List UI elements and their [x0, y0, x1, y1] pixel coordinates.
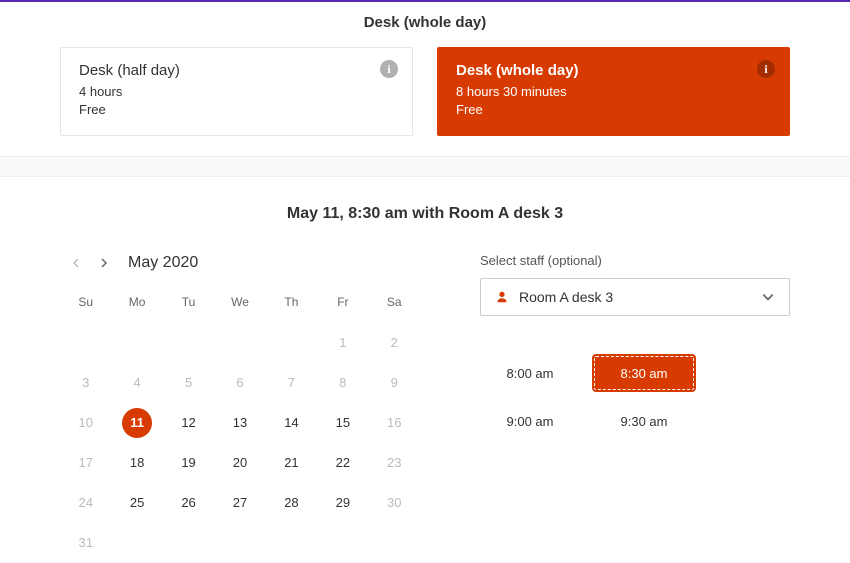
- time-slot[interactable]: 9:30 am: [594, 404, 694, 438]
- calendar-dow: Su: [60, 289, 111, 323]
- calendar-day: 23: [369, 443, 420, 483]
- staff-select[interactable]: Room A desk 3: [480, 278, 790, 316]
- calendar-day[interactable]: 22: [317, 443, 368, 483]
- person-icon: [495, 290, 509, 304]
- calendar-day: [214, 323, 265, 363]
- calendar-day: [266, 323, 317, 363]
- option-duration: 8 hours 30 minutes: [456, 83, 771, 101]
- staff-label: Select staff (optional): [480, 253, 790, 268]
- calendar-day: 3: [60, 363, 111, 403]
- option-half-day[interactable]: i Desk (half day) 4 hours Free: [60, 47, 413, 136]
- calendar-day: [163, 323, 214, 363]
- calendar-day: 31: [60, 523, 111, 563]
- calendar-day[interactable]: 26: [163, 483, 214, 523]
- calendar-day: 5: [163, 363, 214, 403]
- time-slot[interactable]: 8:30 am: [594, 356, 694, 390]
- calendar-day: [111, 523, 162, 563]
- calendar-day: 8: [317, 363, 368, 403]
- calendar-dow: We: [214, 289, 265, 323]
- calendar-day[interactable]: 15: [317, 403, 368, 443]
- calendar-day[interactable]: 11: [111, 403, 162, 443]
- option-title: Desk (whole day): [456, 62, 771, 79]
- next-month-button[interactable]: [94, 253, 114, 273]
- calendar-day: [266, 523, 317, 563]
- calendar-day: [163, 523, 214, 563]
- calendar-day[interactable]: 29: [317, 483, 368, 523]
- calendar-dow: Tu: [163, 289, 214, 323]
- option-price: Free: [456, 101, 771, 119]
- calendar-day: 2: [369, 323, 420, 363]
- calendar-day[interactable]: 18: [111, 443, 162, 483]
- calendar-day[interactable]: 21: [266, 443, 317, 483]
- calendar-day: [214, 523, 265, 563]
- calendar-dow: Sa: [369, 289, 420, 323]
- calendar-day: 4: [111, 363, 162, 403]
- time-slot[interactable]: 8:00 am: [480, 356, 580, 390]
- time-slots: 8:00 am 8:30 am 9:00 am 9:30 am: [480, 356, 790, 438]
- calendar-day: 24: [60, 483, 111, 523]
- page-title: Desk (whole day): [0, 2, 850, 47]
- option-title: Desk (half day): [79, 62, 394, 79]
- calendar-dow: Th: [266, 289, 317, 323]
- calendar-day[interactable]: 19: [163, 443, 214, 483]
- calendar-day: 10: [60, 403, 111, 443]
- calendar-day[interactable]: 28: [266, 483, 317, 523]
- calendar-day: [111, 323, 162, 363]
- calendar: May 2020 SuMoTuWeThFrSa12345678910111213…: [60, 253, 420, 563]
- calendar-day: 1: [317, 323, 368, 363]
- calendar-day: 7: [266, 363, 317, 403]
- calendar-dow: Mo: [111, 289, 162, 323]
- calendar-day: [60, 323, 111, 363]
- info-icon[interactable]: i: [757, 60, 775, 78]
- calendar-day: 17: [60, 443, 111, 483]
- option-duration: 4 hours: [79, 83, 394, 101]
- calendar-day: 9: [369, 363, 420, 403]
- staff-value: Room A desk 3: [519, 289, 613, 305]
- calendar-day: [317, 523, 368, 563]
- chevron-down-icon: [761, 290, 775, 304]
- calendar-day: 16: [369, 403, 420, 443]
- prev-month-button[interactable]: [66, 253, 86, 273]
- option-price: Free: [79, 101, 394, 119]
- option-whole-day[interactable]: i Desk (whole day) 8 hours 30 minutes Fr…: [437, 47, 790, 136]
- calendar-day[interactable]: 20: [214, 443, 265, 483]
- calendar-day: 30: [369, 483, 420, 523]
- calendar-month-label: May 2020: [128, 254, 198, 272]
- calendar-day[interactable]: 27: [214, 483, 265, 523]
- service-options: i Desk (half day) 4 hours Free i Desk (w…: [0, 47, 850, 157]
- calendar-day[interactable]: 13: [214, 403, 265, 443]
- info-icon[interactable]: i: [380, 60, 398, 78]
- calendar-day: 6: [214, 363, 265, 403]
- booking-summary: May 11, 8:30 am with Room A desk 3: [0, 177, 850, 253]
- calendar-day: [369, 523, 420, 563]
- time-slot[interactable]: 9:00 am: [480, 404, 580, 438]
- calendar-day[interactable]: 12: [163, 403, 214, 443]
- calendar-day[interactable]: 14: [266, 403, 317, 443]
- calendar-dow: Fr: [317, 289, 368, 323]
- calendar-day[interactable]: 25: [111, 483, 162, 523]
